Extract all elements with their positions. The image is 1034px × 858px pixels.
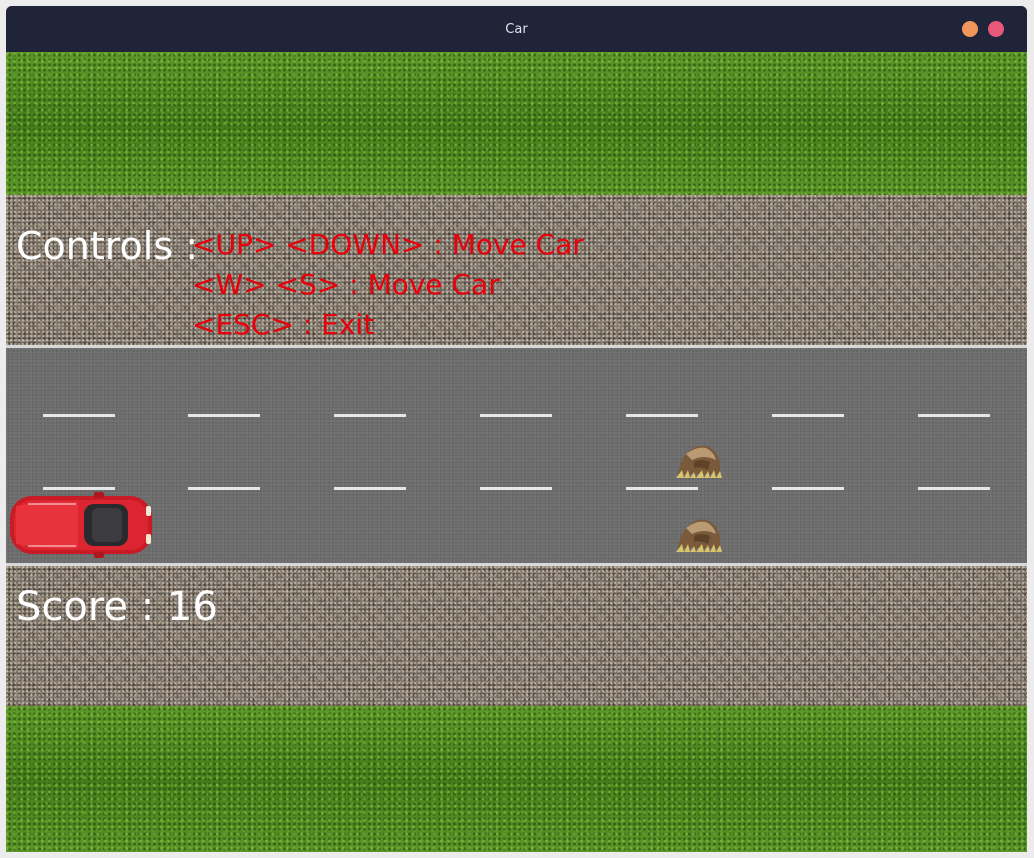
road <box>6 345 1027 566</box>
rock-obstacle-icon <box>676 519 722 552</box>
controls-line-ws: <W> <S> : Move Car <box>192 268 500 301</box>
lane-dash <box>188 487 260 490</box>
grass-top <box>6 52 1027 195</box>
lane-dash <box>918 487 990 490</box>
lane-dash <box>334 414 406 417</box>
controls-line-updown: <UP> <DOWN> : Move Car <box>192 228 584 261</box>
lane-dash <box>480 414 552 417</box>
minimize-button[interactable] <box>962 21 978 37</box>
grass-bottom <box>6 706 1027 852</box>
lane-dash <box>43 414 115 417</box>
controls-label: Controls : <box>16 224 199 268</box>
lane-dash <box>918 414 990 417</box>
rock-obstacle-icon <box>676 445 722 478</box>
lane-dash <box>334 487 406 490</box>
score-display: Score : 16 <box>16 584 218 630</box>
title-bar: Car <box>6 6 1027 52</box>
game-window: Car Controls : <UP> <DOWN> : Move Car <W… <box>6 6 1027 852</box>
score-label: Score : <box>16 584 167 630</box>
game-canvas[interactable]: Controls : <UP> <DOWN> : Move Car <W> <S… <box>6 52 1027 852</box>
gravel-shoulder-top <box>6 195 1027 345</box>
score-value: 16 <box>166 584 218 630</box>
player-car-icon <box>10 492 152 558</box>
lane-dash <box>772 414 844 417</box>
controls-line-esc: <ESC> : Exit <box>192 308 375 341</box>
lane-dash <box>480 487 552 490</box>
close-button[interactable] <box>988 21 1004 37</box>
lane-dash <box>188 414 260 417</box>
window-title: Car <box>505 21 528 37</box>
lane-dash <box>626 414 698 417</box>
lane-dash <box>772 487 844 490</box>
lane-dash <box>626 487 698 490</box>
lane-dash <box>43 487 115 490</box>
